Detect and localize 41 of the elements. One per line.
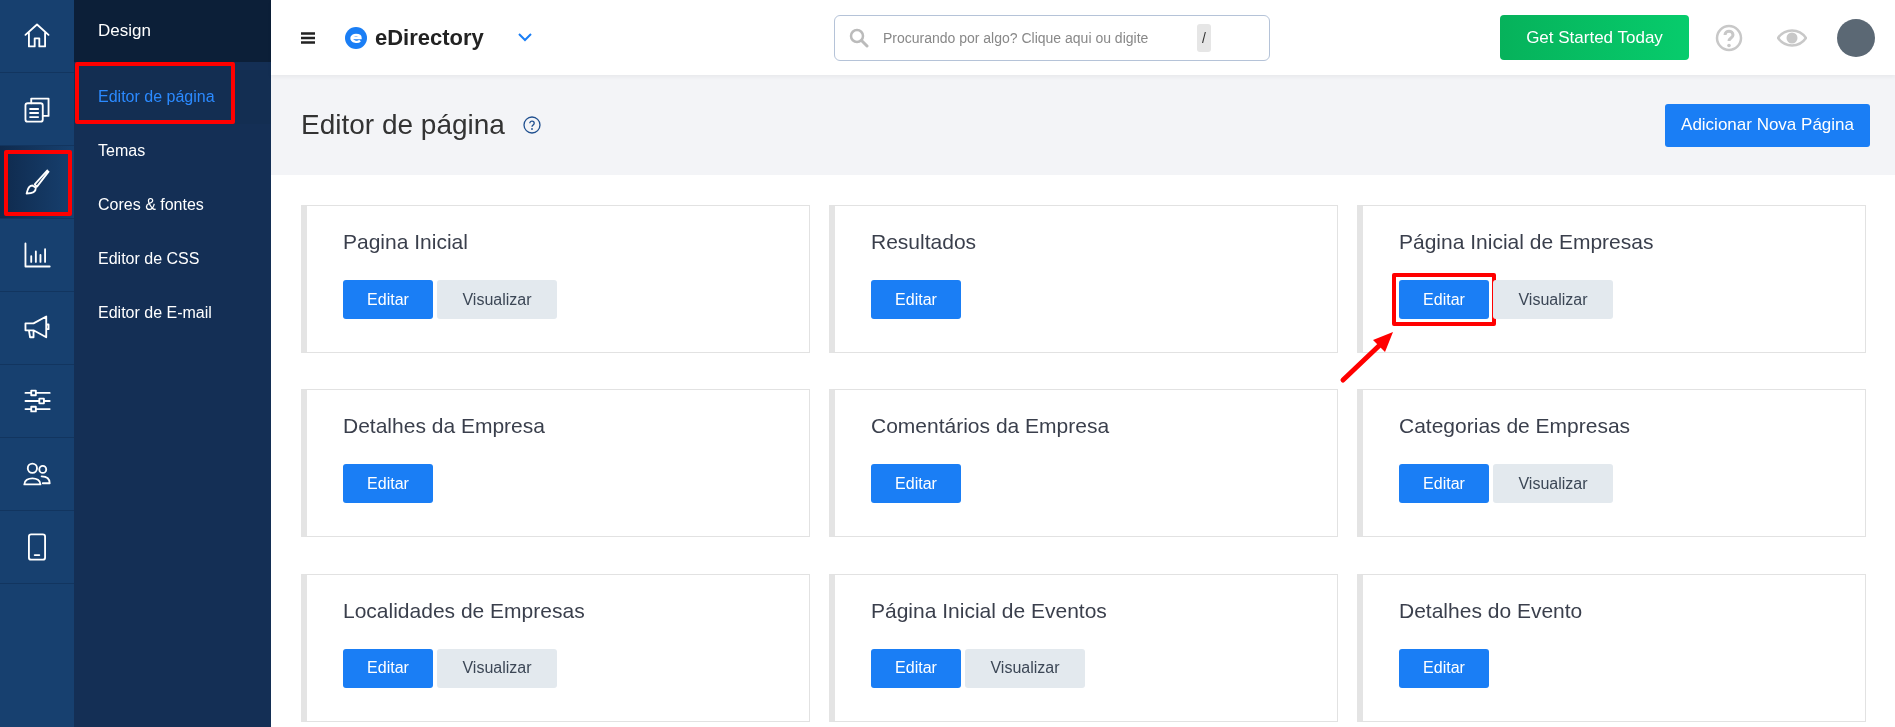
card-title: Detalhes do Evento xyxy=(1399,598,1584,623)
edit-button[interactable]: Editar xyxy=(871,648,961,688)
brand-name: eDirectory xyxy=(375,24,484,51)
card-title: Categorias de Empresas xyxy=(1399,414,1632,439)
card-title: Pagina Inicial xyxy=(343,230,469,254)
preview-button[interactable]: Visualizar xyxy=(1493,464,1613,504)
get-started-button[interactable]: Get Started Today xyxy=(1500,15,1689,60)
card-title: Comentários da Empresa xyxy=(871,414,1111,439)
card-title: Página Inicial de Eventos xyxy=(871,598,1108,623)
edit-button[interactable]: Editar xyxy=(871,280,961,319)
submenu-link[interactable]: Editor de E-mail xyxy=(98,304,212,322)
edit-button[interactable]: Editar xyxy=(1399,648,1489,688)
preview-button[interactable]: Visualizar xyxy=(437,280,557,319)
menu-icon[interactable] xyxy=(301,31,315,44)
keyboard-shortcut: / xyxy=(1196,23,1211,52)
preview-button[interactable]: Visualizar xyxy=(1493,280,1613,319)
page-title: Editor de página xyxy=(301,109,505,141)
card-title: Localidades de Empresas xyxy=(343,598,586,623)
submenu-link[interactable]: Cores & fontes xyxy=(98,196,204,214)
avatar[interactable] xyxy=(1837,18,1875,57)
bar-chart-icon xyxy=(22,240,52,270)
edit-button[interactable]: Editar xyxy=(1399,280,1489,319)
edit-button[interactable]: Editar xyxy=(1399,464,1489,504)
submenu-link[interactable]: Temas xyxy=(98,142,146,160)
preview-button[interactable]: Visualizar xyxy=(437,648,557,688)
edit-button[interactable]: Editar xyxy=(343,280,433,319)
submenu-link[interactable]: Editor de CSS xyxy=(98,250,200,268)
card-title: Página Inicial de Empresas xyxy=(1399,230,1655,254)
add-page-button[interactable]: Adicionar Nova Página xyxy=(1665,103,1870,147)
submenu-link[interactable]: Editor de página xyxy=(98,88,215,106)
help-icon[interactable] xyxy=(522,116,541,134)
chevron-down-icon[interactable] xyxy=(517,33,532,42)
card-title: Resultados xyxy=(871,230,978,254)
section-title: Design xyxy=(74,0,271,62)
preview-button[interactable]: Visualizar xyxy=(965,648,1085,688)
edit-button[interactable]: Editar xyxy=(343,464,433,504)
search-icon xyxy=(848,27,869,48)
logo-icon xyxy=(345,26,367,49)
edit-button[interactable]: Editar xyxy=(343,648,433,688)
card-title: Detalhes da Empresa xyxy=(343,414,546,439)
edit-button[interactable]: Editar xyxy=(871,464,961,504)
